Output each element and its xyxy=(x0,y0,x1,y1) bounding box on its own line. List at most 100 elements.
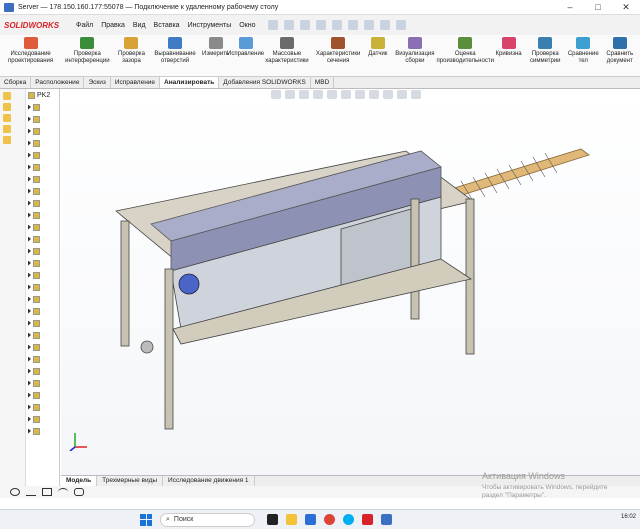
expand-icon[interactable] xyxy=(28,224,31,230)
menu-item[interactable]: Правка xyxy=(101,22,125,29)
save-icon[interactable] xyxy=(299,20,310,30)
expand-icon[interactable] xyxy=(28,140,31,146)
expand-icon[interactable] xyxy=(28,164,31,170)
tree-item[interactable] xyxy=(26,353,60,365)
open-icon[interactable] xyxy=(283,20,294,30)
tree-item[interactable] xyxy=(26,125,60,137)
expand-icon[interactable] xyxy=(28,368,31,374)
display-icon[interactable] xyxy=(3,136,11,144)
expand-icon[interactable] xyxy=(28,428,31,434)
expand-icon[interactable] xyxy=(28,176,31,182)
rebuild-icon[interactable] xyxy=(379,20,390,30)
command-tab[interactable]: Добавления SOLIDWORKS xyxy=(219,77,311,88)
tree-item[interactable] xyxy=(26,329,60,341)
taskbar-search[interactable]: ⌕ Поиск xyxy=(160,512,255,527)
arc-icon[interactable] xyxy=(58,488,68,496)
ribbon-button[interactable]: Проверка симметрии xyxy=(524,35,567,76)
machine-model[interactable] xyxy=(61,89,640,475)
undo-icon[interactable] xyxy=(331,20,342,30)
tree-item[interactable] xyxy=(26,257,60,269)
tree-item[interactable] xyxy=(26,161,60,173)
command-tab[interactable]: Расположение xyxy=(31,77,85,88)
property-icon[interactable] xyxy=(3,103,11,111)
feature-tree-icon[interactable] xyxy=(3,92,11,100)
menu-item[interactable]: Файл xyxy=(76,22,93,29)
skype-icon[interactable] xyxy=(343,514,354,525)
solidworks-taskbar-icon[interactable] xyxy=(362,514,373,525)
expand-icon[interactable] xyxy=(28,248,31,254)
tree-item[interactable] xyxy=(26,293,60,305)
expand-icon[interactable] xyxy=(28,116,31,122)
graphics-area[interactable] xyxy=(61,89,640,475)
expand-icon[interactable] xyxy=(28,272,31,278)
tree-item[interactable] xyxy=(26,209,60,221)
config-icon[interactable] xyxy=(3,114,11,122)
tree-item[interactable] xyxy=(26,317,60,329)
expand-icon[interactable] xyxy=(28,344,31,350)
expand-icon[interactable] xyxy=(28,296,31,302)
command-tab[interactable]: Анализировать xyxy=(160,77,220,88)
ribbon-button[interactable]: Исследование проектирования xyxy=(0,35,61,76)
tree-item[interactable] xyxy=(26,137,60,149)
command-tab[interactable]: Эскиз xyxy=(84,77,111,88)
select-icon[interactable] xyxy=(363,20,374,30)
dim-icon[interactable] xyxy=(3,125,11,133)
tree-item[interactable] xyxy=(26,425,60,437)
redo-icon[interactable] xyxy=(347,20,358,30)
expand-icon[interactable] xyxy=(28,284,31,290)
expand-icon[interactable] xyxy=(28,332,31,338)
options-icon[interactable] xyxy=(395,20,406,30)
expand-icon[interactable] xyxy=(28,212,31,218)
tree-item[interactable] xyxy=(26,305,60,317)
tree-item[interactable] xyxy=(26,401,60,413)
menu-item[interactable]: Вставка xyxy=(154,22,180,29)
tree-item[interactable] xyxy=(26,173,60,185)
ribbon-button[interactable]: Выравнивание отверстий xyxy=(149,35,200,76)
expand-icon[interactable] xyxy=(28,356,31,362)
ribbon-button[interactable]: Массовые характеристики xyxy=(261,35,314,76)
expand-icon[interactable] xyxy=(28,404,31,410)
tree-root[interactable]: PK2 xyxy=(26,89,60,101)
rectangle-icon[interactable] xyxy=(42,488,52,496)
ribbon-button[interactable]: Проверка зазора xyxy=(113,35,149,76)
tree-item[interactable] xyxy=(26,377,60,389)
menu-item[interactable]: Вид xyxy=(133,22,146,29)
expand-icon[interactable] xyxy=(28,320,31,326)
ribbon-button[interactable]: Оценка производительности xyxy=(437,35,494,76)
tree-item[interactable] xyxy=(26,245,60,257)
tree-item[interactable] xyxy=(26,149,60,161)
expand-icon[interactable] xyxy=(28,128,31,134)
tree-item[interactable] xyxy=(26,365,60,377)
tree-item[interactable] xyxy=(26,413,60,425)
menu-item[interactable]: Инструменты xyxy=(188,22,232,29)
ribbon-button[interactable]: Датчик xyxy=(363,35,393,76)
expand-icon[interactable] xyxy=(28,152,31,158)
close-button[interactable]: ✕ xyxy=(612,0,640,15)
line-icon[interactable] xyxy=(26,488,36,496)
ribbon-button[interactable]: Исправление xyxy=(227,35,264,76)
circle-icon[interactable] xyxy=(10,488,20,496)
command-tab[interactable]: Сборка xyxy=(0,77,32,88)
maximize-button[interactable]: □ xyxy=(584,0,612,15)
expand-icon[interactable] xyxy=(28,260,31,266)
spline-icon[interactable] xyxy=(74,488,84,496)
tree-item[interactable] xyxy=(26,113,60,125)
tree-item[interactable] xyxy=(26,281,60,293)
ribbon-button[interactable]: Проверка интерференции xyxy=(61,35,113,76)
tree-item[interactable] xyxy=(26,269,60,281)
expand-icon[interactable] xyxy=(28,308,31,314)
file-explorer-icon[interactable] xyxy=(286,514,297,525)
bottom-tab[interactable]: Трехмерные виды xyxy=(97,476,164,486)
ribbon-button[interactable]: Визуализация сборки xyxy=(393,35,437,76)
tree-item[interactable] xyxy=(26,233,60,245)
ribbon-button[interactable]: Сравнить документ xyxy=(600,35,640,76)
expand-icon[interactable] xyxy=(28,236,31,242)
tree-item[interactable] xyxy=(26,389,60,401)
expand-icon[interactable] xyxy=(28,416,31,422)
ribbon-button[interactable]: Сравнение тел xyxy=(567,35,600,76)
expand-icon[interactable] xyxy=(28,104,31,110)
expand-icon[interactable] xyxy=(28,188,31,194)
minimize-button[interactable]: – xyxy=(556,0,584,15)
task-view-icon[interactable] xyxy=(267,514,278,525)
command-tab[interactable]: Исправление xyxy=(111,77,161,88)
